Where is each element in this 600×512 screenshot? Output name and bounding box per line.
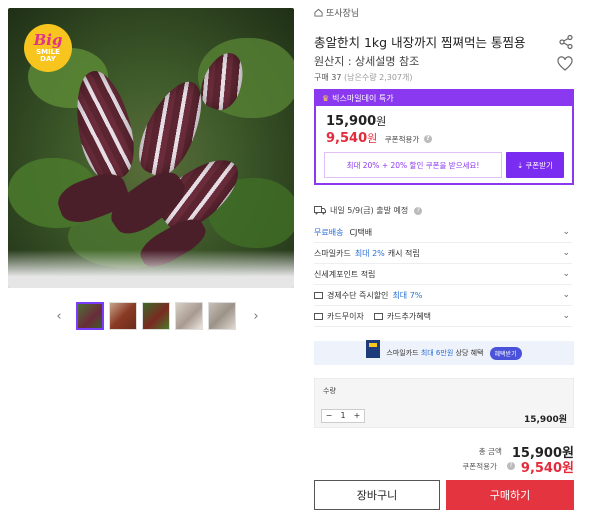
shipping-info: 내일 5/9(금) 출발 예정 ? bbox=[314, 205, 423, 216]
deal-box: ♛ 빅스마일데이 특가 15,900원 9,540원 쿠폰적용가 ? 최대 20… bbox=[314, 89, 574, 185]
option-installment[interactable]: 카드무이자 카드추가혜택 ⌄ bbox=[314, 306, 572, 327]
chevron-down-icon: ⌄ bbox=[562, 227, 570, 237]
info-icon[interactable]: ? bbox=[414, 206, 423, 215]
quantity-price: 15,900원 bbox=[523, 415, 567, 425]
thumbnail[interactable] bbox=[175, 302, 203, 330]
badge-day: DAY bbox=[40, 55, 56, 63]
chevron-down-icon: ⌄ bbox=[562, 248, 570, 258]
coupon-total-label: 쿠폰적용가 bbox=[462, 461, 497, 471]
product-origin: 원산지 : 상세설명 참조 bbox=[314, 55, 420, 68]
option-instant-discount[interactable]: 경제수단 즉시할인 최대 7% ⌄ bbox=[314, 285, 572, 306]
card-icon bbox=[314, 291, 323, 299]
smile-banner-tail: 상당 혜택 bbox=[455, 349, 484, 357]
coupon-total-row: 쿠폰적용가 ? 9,540원 bbox=[314, 458, 574, 476]
breadcrumb[interactable]: 또사장님 bbox=[314, 6, 359, 19]
smile-card-tail: 캐시 적립 bbox=[387, 248, 420, 258]
total-label: 총 금액 bbox=[478, 446, 502, 456]
buy-now-button[interactable]: 구매하기 bbox=[446, 480, 574, 510]
plus-button[interactable]: + bbox=[350, 410, 364, 422]
share-icon[interactable] bbox=[558, 34, 574, 50]
purchase-count-text: 구매 37 bbox=[314, 73, 342, 82]
badge-big: Big bbox=[33, 31, 63, 49]
smile-banner-highlight: 최대 6만원 bbox=[420, 349, 454, 357]
card-icon bbox=[314, 312, 323, 320]
deal-header-label: 빅스마일데이 특가 bbox=[332, 94, 394, 103]
quantity-stepper: − 1 + bbox=[321, 409, 365, 423]
instant-discount-rate: 최대 7% bbox=[392, 290, 423, 300]
truck-icon bbox=[314, 206, 326, 215]
smile-card-rate: 최대 2% bbox=[354, 248, 385, 258]
currency-unit: 원 bbox=[367, 132, 378, 145]
smile-card-banner[interactable]: 스마일카드 최대 6만원 상당 혜택 혜택받기 bbox=[314, 340, 574, 365]
chevron-down-icon: ⌄ bbox=[562, 269, 570, 279]
thumbnail[interactable] bbox=[208, 302, 236, 330]
coupon-button-label: 쿠폰받기 bbox=[525, 160, 553, 170]
product-main-image: Big SMILE DAY bbox=[8, 8, 294, 288]
quantity-value[interactable]: 1 bbox=[336, 410, 350, 422]
info-icon[interactable]: ? bbox=[423, 134, 432, 143]
purchase-count: 구매 37 (남은수량 2,307개) bbox=[314, 72, 413, 83]
smile-benefit-button[interactable]: 혜택받기 bbox=[489, 346, 522, 360]
home-icon bbox=[314, 8, 323, 17]
free-shipping-label: 무료배송 bbox=[314, 227, 344, 237]
coupon-download-button[interactable]: ⇣ 쿠폰받기 bbox=[506, 152, 564, 178]
smile-banner-label: 스마일카드 bbox=[386, 349, 419, 357]
coupon-price: 9,540원 쿠폰적용가 ? bbox=[326, 130, 432, 146]
coupon-banner[interactable]: 최대 20% + 20% 할인 쿠폰을 받으세요! bbox=[324, 152, 502, 178]
coupon-total-value: 9,540원 bbox=[520, 460, 574, 476]
chevron-left-icon[interactable]: ‹ bbox=[52, 302, 66, 330]
breadcrumb-label: 또사장님 bbox=[326, 9, 360, 19]
original-price: 15,900원 bbox=[326, 113, 386, 129]
installment-label: 카드무이자 bbox=[327, 311, 364, 321]
coupon-price-value: 9,540 bbox=[326, 131, 368, 146]
courier-label: CJ택배 bbox=[349, 227, 373, 237]
points-label: 신세계포인트 적립 bbox=[314, 269, 376, 279]
product-title: 총알한치 1kg 내장까지 찜쪄먹는 통찜용 bbox=[314, 35, 526, 50]
option-points[interactable]: 신세계포인트 적립 ⌄ bbox=[314, 264, 572, 285]
quantity-box: 수량 − 1 + 15,900원 bbox=[314, 378, 574, 428]
crown-icon: ♛ bbox=[322, 94, 330, 103]
credit-card-icon bbox=[366, 340, 381, 358]
instant-discount-label: 경제수단 즉시할인 bbox=[327, 290, 389, 300]
big-smile-day-badge: Big SMILE DAY bbox=[24, 24, 72, 72]
option-smile-card[interactable]: 스마일카드 최대 2% 캐시 적립 ⌄ bbox=[314, 243, 572, 264]
thumbnail[interactable] bbox=[76, 302, 104, 330]
coupon-note: 쿠폰적용가 bbox=[384, 135, 420, 144]
card-benefit-label: 카드추가혜택 bbox=[386, 311, 431, 321]
download-icon: ⇣ bbox=[517, 160, 524, 170]
minus-button[interactable]: − bbox=[322, 410, 336, 422]
card-icon bbox=[373, 312, 383, 320]
heart-icon[interactable] bbox=[557, 56, 573, 72]
product-info-panel: 또사장님 총알한치 1kg 내장까지 찜쪄먹는 통찜용 원산지 : 상세설명 참… bbox=[314, 0, 574, 512]
plate bbox=[8, 250, 294, 288]
original-price-value: 15,900 bbox=[326, 114, 377, 129]
currency-unit: 원 bbox=[376, 115, 387, 128]
add-to-cart-button[interactable]: 장바구니 bbox=[314, 480, 440, 510]
chevron-down-icon: ⌄ bbox=[562, 290, 570, 300]
thumbnail[interactable] bbox=[109, 302, 137, 330]
thumbnail-strip: ‹ › bbox=[52, 302, 263, 330]
chevron-right-icon[interactable]: › bbox=[249, 302, 263, 330]
option-shipping[interactable]: 무료배송 CJ택배 ⌄ bbox=[314, 222, 572, 243]
shipping-text: 내일 5/9(금) 출발 예정 bbox=[330, 206, 409, 215]
smile-banner-text: 스마일카드 최대 6만원 상당 혜택 bbox=[386, 348, 483, 358]
deal-header: ♛ 빅스마일데이 특가 bbox=[316, 91, 572, 106]
quantity-label: 수량 bbox=[323, 387, 336, 395]
chevron-down-icon: ⌄ bbox=[562, 311, 570, 321]
info-icon[interactable]: ? bbox=[506, 462, 515, 470]
thumbnail[interactable] bbox=[142, 302, 170, 330]
smile-card-label: 스마일카드 bbox=[314, 248, 351, 258]
remaining-stock: (남은수량 2,307개) bbox=[344, 73, 413, 82]
